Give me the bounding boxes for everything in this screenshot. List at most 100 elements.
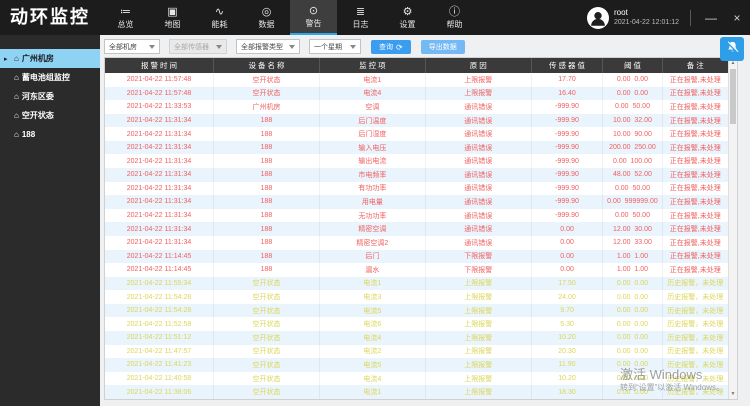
sidebar-item-breaker-status[interactable]: ⌂空开状态	[0, 106, 100, 125]
filter-select-sensor: 全部传感器	[169, 39, 227, 54]
cell-threshold: 0.00 0.00	[603, 331, 662, 345]
user-meta: root 2021-04-22 12:01:12	[614, 8, 679, 27]
cell-threshold: 12.00 30.00	[603, 222, 662, 236]
cell-reason: 通讯错误	[426, 236, 532, 250]
nav-tab-help[interactable]: ⓘ帮助	[431, 0, 478, 35]
cell-item: 市电频率	[320, 168, 426, 182]
table-row[interactable]: 2021-04-22 11:54:28空开状态电流3上限报警24.000.00 …	[105, 290, 728, 304]
cell-device: 188	[214, 168, 320, 182]
table-row[interactable]: 2021-04-22 11:31:34188精密空调通讯错误0.0012.00 …	[105, 222, 728, 236]
cell-time: 2021-04-22 11:14:45	[105, 263, 214, 277]
cell-reason: 上限报警	[426, 73, 532, 87]
table-row[interactable]: 2021-04-22 11:31:34188输出电流通讯错误-999.900.0…	[105, 154, 728, 168]
cell-item: 后门	[320, 250, 426, 264]
sidebar-item-188[interactable]: ⌂188	[0, 125, 100, 144]
cell-value: 17.50	[532, 277, 604, 291]
alarm-table: 报警时间设备名称监控项原因传感器值阈值备注 2021-04-22 11:57:4…	[104, 57, 738, 400]
cell-threshold: 48.00 52.00	[603, 168, 662, 182]
alarm-icon: ⊙	[309, 5, 318, 17]
cell-item: 电流1	[320, 277, 426, 291]
nav-tab-settings[interactable]: ⚙设置	[384, 0, 431, 35]
cell-threshold: 1.00 1.00	[603, 263, 662, 277]
cell-remark: 正在报警,未处理	[663, 195, 728, 209]
sidebar-item-battery-monitor[interactable]: ⌂蓄电池组监控	[0, 68, 100, 87]
query-button[interactable]: 查询 ⟳	[371, 40, 411, 54]
cell-remark: 正在报警,未处理	[663, 141, 728, 155]
cell-threshold: 0.00 0.00	[603, 385, 662, 399]
cell-reason: 通讯错误	[426, 114, 532, 128]
table-row[interactable]: 2021-04-22 11:38:06空开状态电流1上限报警18.300.00 …	[105, 385, 728, 399]
table-row[interactable]: 2021-04-22 11:14:45188漏水下限报警0.001.00 1.0…	[105, 263, 728, 277]
table-row[interactable]: 2021-04-22 11:31:34188用电量通讯错误-999.900.00…	[105, 195, 728, 209]
nav-tab-overview[interactable]: ≔总览	[102, 0, 149, 35]
cell-device: 188	[214, 250, 320, 264]
sidebar-item-label: 188	[22, 130, 35, 139]
table-row[interactable]: 2021-04-22 11:52:58空开状态电流6上限报警5.300.00 0…	[105, 317, 728, 331]
table-row[interactable]: 2021-04-22 11:31:34188后门湿度通讯错误-999.9010.…	[105, 127, 728, 141]
filter-select-room[interactable]: 全部机房	[104, 39, 160, 54]
sidebar-item-label: 广州机房	[22, 53, 54, 64]
cell-item: 后门湿度	[320, 127, 426, 141]
table-row[interactable]: 2021-04-22 11:51:12空开状态电流4上限报警10.200.00 …	[105, 331, 728, 345]
cell-reason: 下限报警	[426, 263, 532, 277]
export-data-button[interactable]: 导出数据	[421, 40, 465, 54]
cell-item: 电流2	[320, 345, 426, 359]
cell-device: 空开状态	[214, 345, 320, 359]
table-row[interactable]: 2021-04-22 11:57:48空开状态电流1上限报警17.700.00 …	[105, 73, 728, 87]
cell-item: 无功功率	[320, 209, 426, 223]
table-row[interactable]: 2021-04-22 11:31:34188后门温度通讯错误-999.9010.…	[105, 114, 728, 128]
table-row[interactable]: 2021-04-22 11:14:45188后门下限报警0.001.00 1.0…	[105, 250, 728, 264]
table-row[interactable]: 2021-04-22 11:31:34188无功功率通讯错误-999.900.0…	[105, 209, 728, 223]
home-icon: ⌂	[14, 73, 19, 82]
cell-threshold: 10.00 32.00	[603, 114, 662, 128]
table-row[interactable]: 2021-04-22 11:40:58空开状态电流4上限报警10.200.00 …	[105, 372, 728, 386]
column-header: 设备名称	[214, 58, 320, 73]
cell-value: 10.20	[532, 331, 604, 345]
help-icon: ⓘ	[449, 6, 460, 18]
cell-reason: 通讯错误	[426, 154, 532, 168]
cell-reason: 上限报警	[426, 385, 532, 399]
nav-tab-map[interactable]: ▣地图	[149, 0, 196, 35]
cell-item: 用电量	[320, 195, 426, 209]
table-row[interactable]: 2021-04-22 11:33:53广州机房空调通讯错误-999.900.00…	[105, 100, 728, 114]
table-row[interactable]: 2021-04-22 11:54:28空开状态电流5上限报警9.700.00 0…	[105, 304, 728, 318]
topbar: 动环监控 ≔总览▣地图∿能耗◎数据⊙警告≣日志⚙设置ⓘ帮助 root 2021-…	[0, 0, 750, 35]
cell-remark: 正在报警,未处理	[663, 114, 728, 128]
sidebar-item-label: 空开状态	[22, 110, 54, 121]
cell-time: 2021-04-22 11:14:45	[105, 250, 214, 264]
cell-remark: 历史报警，未处理	[663, 385, 728, 399]
mute-alarm-button[interactable]	[720, 37, 744, 61]
cell-remark: 正在报警,未处理	[663, 73, 728, 87]
sidebar-item-hedong-committee[interactable]: ⌂河东区委	[0, 87, 100, 106]
select-value: 全部传感器	[174, 42, 209, 52]
nav-tab-data[interactable]: ◎数据	[243, 0, 290, 35]
filter-select-time-range[interactable]: 一个星期	[309, 39, 361, 54]
scrollbar-thumb[interactable]	[730, 69, 736, 124]
nav-tab-energy[interactable]: ∿能耗	[196, 0, 243, 35]
sidebar-item-label: 蓄电池组监控	[22, 72, 70, 83]
table-row[interactable]: 2021-04-22 11:31:34188有功功率通讯错误-999.900.0…	[105, 182, 728, 196]
table-row[interactable]: 2021-04-22 11:55:34空开状态电流1上限报警17.500.00 …	[105, 277, 728, 291]
cell-item: 精密空调2	[320, 236, 426, 250]
column-header: 原因	[426, 58, 532, 73]
nav-tab-label: 数据	[259, 19, 275, 30]
table-row[interactable]: 2021-04-22 11:47:57空开状态电流2上限报警20.300.00 …	[105, 345, 728, 359]
sidebar-item-guangzhou-room[interactable]: ▸⌂广州机房	[0, 49, 100, 68]
cell-item: 空调	[320, 100, 426, 114]
cell-value: -999.90	[532, 141, 604, 155]
nav-tab-alarm[interactable]: ⊙警告	[290, 0, 337, 35]
minimize-button[interactable]: —	[698, 0, 724, 35]
table-row[interactable]: 2021-04-22 11:41:23空开状态电流5上限报警11.900.00 …	[105, 358, 728, 372]
filter-select-alarm-type[interactable]: 全部报警类型	[236, 39, 300, 54]
close-button[interactable]: ×	[724, 0, 750, 35]
table-row[interactable]: 2021-04-22 11:31:34188市电频率通讯错误-999.9048.…	[105, 168, 728, 182]
nav-tab-log[interactable]: ≣日志	[337, 0, 384, 35]
table-scrollbar[interactable]: ▲ ▼	[728, 58, 737, 399]
scroll-down-icon[interactable]: ▼	[729, 389, 737, 399]
cell-value: 9.70	[532, 304, 604, 318]
user-info[interactable]: root 2021-04-22 12:01:12	[587, 0, 683, 35]
cell-device: 空开状态	[214, 304, 320, 318]
table-row[interactable]: 2021-04-22 11:31:34188精密空调2通讯错误0.0012.00…	[105, 236, 728, 250]
table-row[interactable]: 2021-04-22 11:31:34188输入电压通讯错误-999.90200…	[105, 141, 728, 155]
table-row[interactable]: 2021-04-22 11:57:48空开状态电流4上限报警16.400.00 …	[105, 87, 728, 101]
